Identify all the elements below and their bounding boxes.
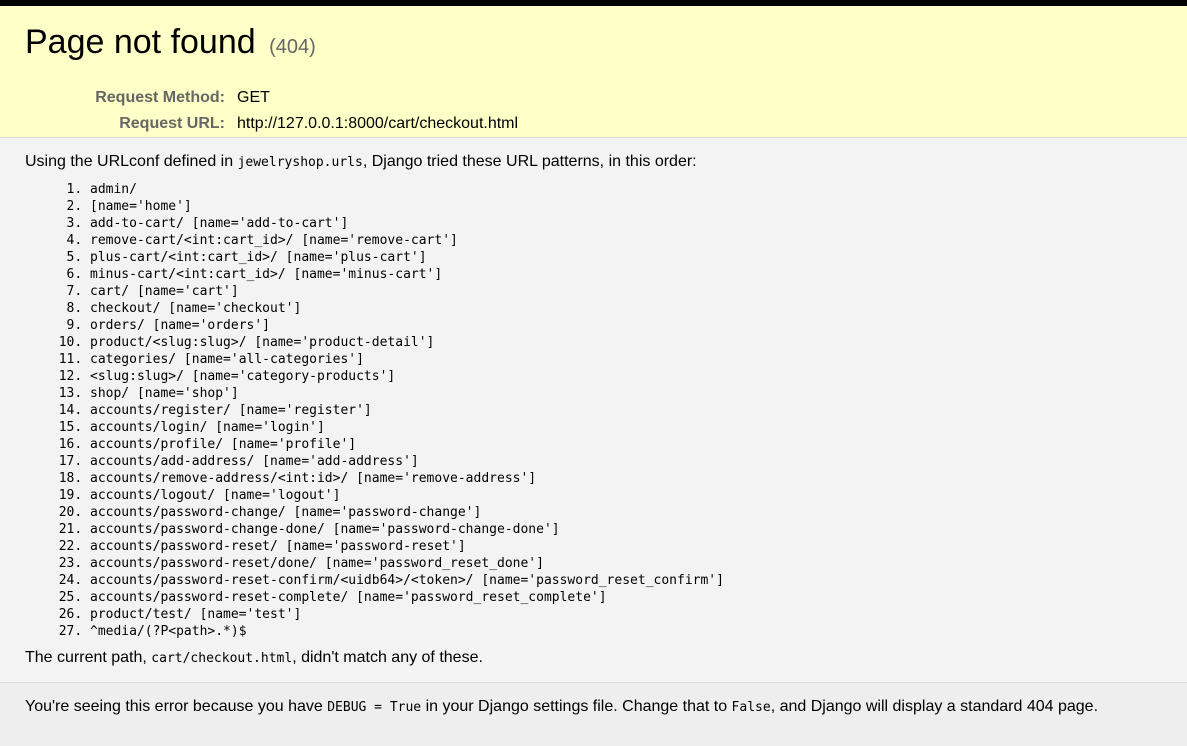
url-pattern-item: admin/	[90, 181, 1187, 198]
url-pattern-item: ^media/(?P<path>.*)$	[90, 623, 1187, 640]
debug-explanation: You're seeing this error because you hav…	[0, 682, 1187, 746]
intro-suffix: , Django tried these URL patterns, in th…	[362, 153, 697, 170]
url-pattern-item: cart/ [name='cart']	[90, 283, 1187, 300]
url-patterns-info: Using the URLconf defined in jewelryshop…	[0, 138, 1187, 682]
intro-prefix: Using the URLconf defined in	[25, 153, 238, 170]
url-pattern-item: accounts/logout/ [name='logout']	[90, 487, 1187, 504]
url-pattern-item: minus-cart/<int:cart_id>/ [name='minus-c…	[90, 266, 1187, 283]
url-pattern-item: <slug:slug>/ [name='category-products']	[90, 368, 1187, 385]
url-pattern-item: checkout/ [name='checkout']	[90, 300, 1187, 317]
error-summary: Page not found (404) Request Method: GET…	[0, 6, 1187, 138]
debug-explanation-text: You're seeing this error because you hav…	[25, 695, 1187, 720]
page-title-text: Page not found	[25, 23, 256, 61]
explanation-suffix: , and Django will display a standard 404…	[770, 698, 1099, 715]
status-code: (404)	[269, 36, 316, 58]
url-pattern-item: [name='home']	[90, 198, 1187, 215]
url-pattern-item: accounts/password-reset-complete/ [name=…	[90, 589, 1187, 606]
url-pattern-item: accounts/password-change/ [name='passwor…	[90, 504, 1187, 521]
request-url-value: http://127.0.0.1:8000/cart/checkout.html	[237, 115, 519, 132]
url-pattern-item: orders/ [name='orders']	[90, 317, 1187, 334]
url-pattern-item: accounts/profile/ [name='profile']	[90, 436, 1187, 453]
request-url-label: Request URL:	[119, 115, 225, 132]
false-code: False	[731, 700, 771, 715]
urlconf-intro: Using the URLconf defined in jewelryshop…	[25, 150, 1187, 175]
request-url-row: Request URL: http://127.0.0.1:8000/cart/…	[25, 111, 518, 137]
url-pattern-item: plus-cart/<int:cart_id>/ [name='plus-car…	[90, 249, 1187, 266]
url-pattern-item: accounts/password-reset/done/ [name='pas…	[90, 555, 1187, 572]
url-pattern-item: remove-cart/<int:cart_id>/ [name='remove…	[90, 232, 1187, 249]
debug-setting-code: DEBUG = True	[327, 700, 422, 715]
url-pattern-item: accounts/password-reset-confirm/<uidb64>…	[90, 572, 1187, 589]
current-path-prefix: The current path,	[25, 649, 152, 666]
request-meta-table: Request Method: GET Request URL: http://…	[25, 85, 518, 137]
url-pattern-item: shop/ [name='shop']	[90, 385, 1187, 402]
page-title: Page not found (404)	[25, 20, 1187, 69]
current-path: cart/checkout.html	[151, 651, 293, 666]
url-pattern-item: accounts/remove-address/<int:id>/ [name=…	[90, 470, 1187, 487]
url-pattern-item: add-to-cart/ [name='add-to-cart']	[90, 215, 1187, 232]
url-pattern-item: categories/ [name='all-categories']	[90, 351, 1187, 368]
url-pattern-item: accounts/register/ [name='register']	[90, 402, 1187, 419]
url-pattern-item: product/test/ [name='test']	[90, 606, 1187, 623]
url-pattern-item: accounts/login/ [name='login']	[90, 419, 1187, 436]
current-path-suffix: , didn't match any of these.	[292, 649, 483, 666]
request-method-row: Request Method: GET	[25, 85, 518, 111]
url-pattern-list: admin/[name='home']add-to-cart/ [name='a…	[25, 181, 1187, 640]
explanation-middle: in your Django settings file. Change tha…	[421, 698, 732, 715]
url-pattern-item: accounts/password-reset/ [name='password…	[90, 538, 1187, 555]
url-pattern-item: product/<slug:slug>/ [name='product-deta…	[90, 334, 1187, 351]
request-method-label: Request Method:	[95, 89, 225, 106]
url-pattern-item: accounts/add-address/ [name='add-address…	[90, 453, 1187, 470]
url-pattern-item: accounts/password-change-done/ [name='pa…	[90, 521, 1187, 538]
urlconf-name: jewelryshop.urls	[237, 155, 363, 170]
current-path-message: The current path, cart/checkout.html, di…	[25, 646, 1187, 671]
request-method-value: GET	[237, 89, 270, 106]
explanation-prefix: You're seeing this error because you hav…	[25, 698, 328, 715]
